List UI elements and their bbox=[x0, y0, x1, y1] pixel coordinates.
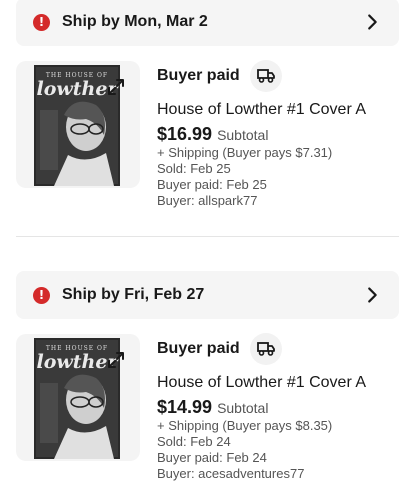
order-status: Buyer paid bbox=[157, 67, 240, 84]
order-info: Buyer paid House of Lowther #1 Cover A $… bbox=[157, 333, 407, 482]
order-card[interactable]: THE HOUSE OF lowther Buyer paid House of… bbox=[0, 333, 415, 481]
item-price: $16.99 bbox=[157, 124, 213, 144]
shipping-button[interactable] bbox=[249, 60, 282, 92]
buyer-paid-date: Buyer paid: Feb 25 bbox=[157, 177, 267, 192]
alert-icon: ! bbox=[33, 13, 50, 31]
buyer-username[interactable]: Buyer: allspark77 bbox=[157, 193, 407, 209]
item-title[interactable]: House of Lowther #1 Cover A bbox=[157, 374, 407, 392]
shipping-info: + Shipping (Buyer pays $8.35) bbox=[157, 418, 333, 433]
chevron-right-icon[interactable] bbox=[361, 11, 383, 33]
item-thumbnail[interactable]: THE HOUSE OF lowther bbox=[16, 334, 140, 461]
item-thumbnail[interactable]: THE HOUSE OF lowther bbox=[16, 61, 140, 188]
order-divider bbox=[16, 236, 399, 237]
shipping-button[interactable] bbox=[249, 333, 282, 365]
shipping-info: + Shipping (Buyer pays $7.31) bbox=[157, 145, 333, 160]
sold-date: Sold: Feb 24 bbox=[157, 434, 231, 449]
order-info: Buyer paid House of Lowther #1 Cover A $… bbox=[157, 60, 407, 209]
item-price: $14.99 bbox=[157, 397, 213, 417]
ship-by-label: Ship by Mon, Mar 2 bbox=[62, 13, 208, 30]
truck-icon bbox=[256, 342, 275, 356]
item-title[interactable]: House of Lowther #1 Cover A bbox=[157, 101, 407, 119]
order-status: Buyer paid bbox=[157, 340, 240, 357]
expand-icon[interactable] bbox=[106, 77, 126, 97]
buyer-username[interactable]: Buyer: acesadventures77 bbox=[157, 466, 407, 482]
truck-icon bbox=[256, 69, 275, 83]
ship-by-bar[interactable]: ! Ship by Fri, Feb 27 bbox=[16, 271, 399, 319]
sold-date: Sold: Feb 25 bbox=[157, 161, 231, 176]
buyer-paid-date: Buyer paid: Feb 24 bbox=[157, 450, 267, 465]
chevron-right-icon[interactable] bbox=[361, 284, 383, 306]
expand-icon[interactable] bbox=[106, 350, 126, 370]
subtotal-label: Subtotal bbox=[217, 127, 269, 143]
alert-icon: ! bbox=[33, 286, 50, 304]
ship-by-bar[interactable]: ! Ship by Mon, Mar 2 bbox=[16, 0, 399, 46]
order-card[interactable]: THE HOUSE OF lowther Buyer paid House of… bbox=[0, 60, 415, 208]
ship-by-label: Ship by Fri, Feb 27 bbox=[62, 286, 205, 303]
subtotal-label: Subtotal bbox=[217, 400, 269, 416]
